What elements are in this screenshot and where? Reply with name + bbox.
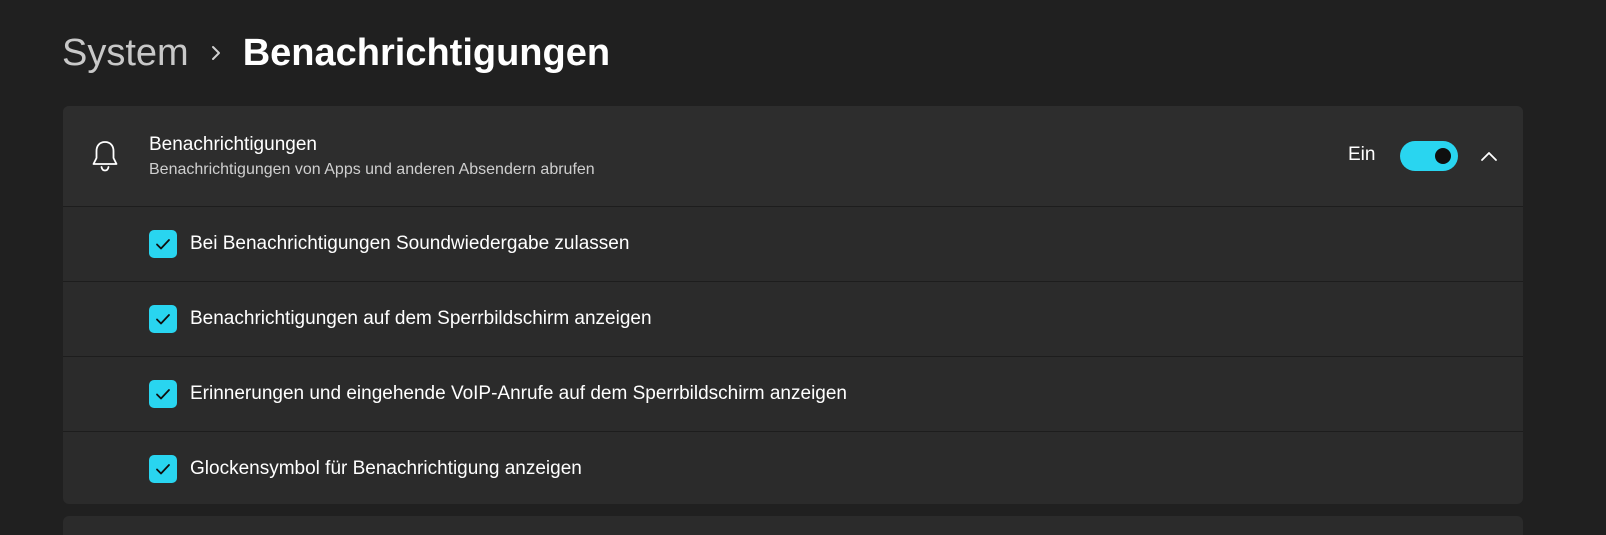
next-settings-card xyxy=(63,516,1523,535)
chevron-right-icon xyxy=(189,44,243,62)
notifications-title: Benachrichtigungen xyxy=(149,134,317,155)
checkmark-icon xyxy=(156,239,170,250)
option-label: Erinnerungen und eingehende VoIP-Anrufe … xyxy=(190,383,847,404)
option-row: Glockensymbol für Benachrichtigung anzei… xyxy=(63,432,1523,504)
chevron-up-icon[interactable] xyxy=(1475,144,1503,168)
toggle-knob xyxy=(1435,148,1451,164)
notifications-card: Benachrichtigungen Benachrichtigungen vo… xyxy=(63,106,1523,504)
settings-page: System Benachrichtigungen Benachrichtigu… xyxy=(0,0,1606,535)
option-row: Erinnerungen und eingehende VoIP-Anrufe … xyxy=(63,357,1523,432)
notifications-subtitle: Benachrichtigungen von Apps und anderen … xyxy=(149,161,595,178)
sound-checkbox[interactable] xyxy=(149,230,177,258)
breadcrumb-system-link[interactable]: System xyxy=(62,32,189,75)
option-row: Benachrichtigungen auf dem Sperrbildschi… xyxy=(63,282,1523,357)
toggle-state-label: Ein xyxy=(1348,144,1376,165)
option-label: Bei Benachrichtigungen Soundwiedergabe z… xyxy=(190,233,630,254)
checkmark-icon xyxy=(156,389,170,400)
option-row: Bei Benachrichtigungen Soundwiedergabe z… xyxy=(63,207,1523,282)
voip-reminders-checkbox[interactable] xyxy=(149,380,177,408)
bell-icon xyxy=(91,139,119,173)
breadcrumb: System Benachrichtigungen xyxy=(62,28,610,78)
checkmark-icon xyxy=(156,464,170,475)
notifications-header[interactable]: Benachrichtigungen Benachrichtigungen vo… xyxy=(63,106,1523,207)
checkmark-icon xyxy=(156,314,170,325)
option-label: Benachrichtigungen auf dem Sperrbildschi… xyxy=(190,308,652,329)
notifications-toggle[interactable] xyxy=(1400,141,1458,171)
bell-symbol-checkbox[interactable] xyxy=(149,455,177,483)
option-label: Glockensymbol für Benachrichtigung anzei… xyxy=(190,458,582,479)
page-title: Benachrichtigungen xyxy=(242,31,611,74)
lockscreen-checkbox[interactable] xyxy=(149,305,177,333)
